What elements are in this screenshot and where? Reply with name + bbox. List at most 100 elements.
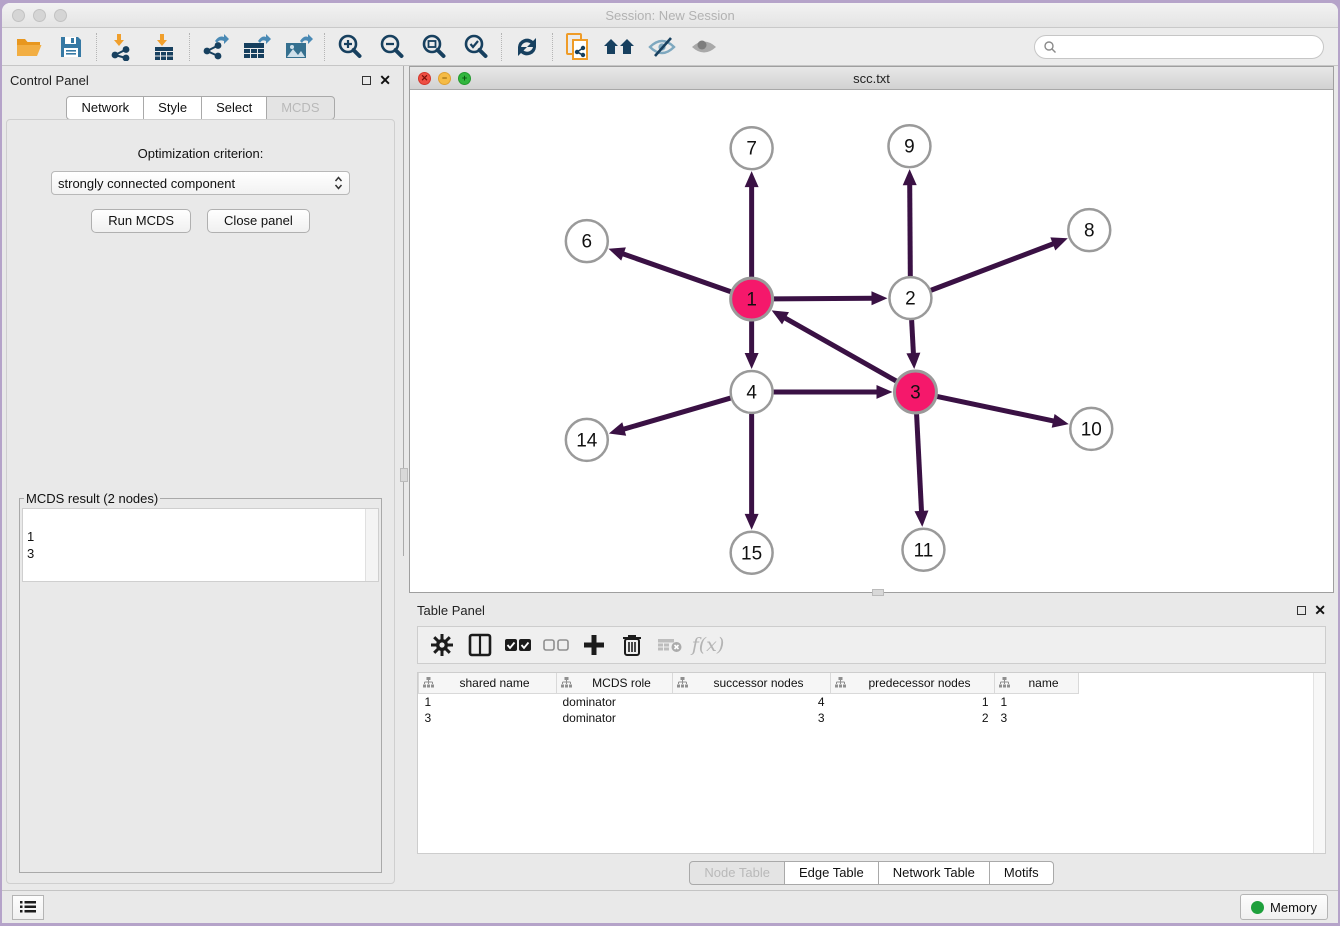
- table-cell[interactable]: dominator: [557, 710, 673, 726]
- table-cell[interactable]: 3: [995, 710, 1079, 726]
- table-row[interactable]: 3dominator323: [419, 710, 1079, 726]
- column-hierarchy-icon: [423, 677, 434, 688]
- network-canvas[interactable]: 7968124314101511: [410, 90, 1333, 592]
- table-cell[interactable]: 1: [831, 693, 995, 710]
- close-panel-icon[interactable]: ✕: [379, 76, 391, 85]
- import-table-button[interactable]: [143, 31, 185, 63]
- column-header-MCDS-role[interactable]: MCDS role: [557, 673, 673, 693]
- search-area: [1034, 35, 1324, 59]
- add-column-button[interactable]: [576, 630, 612, 660]
- table-cell[interactable]: 3: [419, 710, 557, 726]
- task-history-button[interactable]: [12, 895, 44, 920]
- function-builder-button[interactable]: f(x): [690, 630, 726, 660]
- list-icon: [20, 900, 36, 914]
- edge-arrowhead-icon: [745, 353, 759, 369]
- select-all-button[interactable]: [500, 630, 536, 660]
- tab-network-table[interactable]: Network Table: [879, 861, 990, 885]
- first-neighbors-button[interactable]: [599, 31, 641, 63]
- tab-network[interactable]: Network: [66, 96, 144, 120]
- graph-node-label: 4: [746, 382, 757, 403]
- tab-style[interactable]: Style: [144, 96, 202, 120]
- tab-select[interactable]: Select: [202, 96, 267, 120]
- table-tabs-row: Node Table Edge Table Network Table Moti…: [409, 854, 1334, 890]
- function-builder-icon: f(x): [692, 634, 725, 656]
- edge-4-14[interactable]: [622, 398, 730, 429]
- table-cell[interactable]: 2: [831, 710, 995, 726]
- network-view-titlebar[interactable]: scc.txt ✕ − +: [410, 67, 1333, 90]
- run-mcds-button[interactable]: Run MCDS: [91, 209, 191, 233]
- apply-layout-button[interactable]: [506, 31, 548, 63]
- save-session-button[interactable]: [50, 31, 92, 63]
- export-network-button[interactable]: [194, 31, 236, 63]
- tab-mcds[interactable]: MCDS: [267, 96, 334, 120]
- tab-node-table[interactable]: Node Table: [689, 861, 785, 885]
- export-image-button[interactable]: [278, 31, 320, 63]
- zoom-fit-button[interactable]: [413, 31, 455, 63]
- zoom-in-button[interactable]: [329, 31, 371, 63]
- zoom-selected-icon: [462, 33, 490, 61]
- table-cell[interactable]: 1: [419, 693, 557, 710]
- column-hierarchy-icon: [677, 677, 688, 688]
- column-header-name[interactable]: name: [995, 673, 1079, 693]
- graph-node-label: 7: [746, 139, 757, 160]
- close-panel-button[interactable]: Close panel: [207, 209, 310, 233]
- criterion-label: Optimization criterion:: [17, 146, 384, 161]
- toggle-panel-button[interactable]: [462, 630, 498, 660]
- table-cell[interactable]: 1: [995, 693, 1079, 710]
- edge-2-8[interactable]: [931, 243, 1055, 290]
- main-toolbar: [2, 28, 1338, 66]
- table-settings-button[interactable]: [424, 630, 460, 660]
- result-scrollbar[interactable]: [365, 509, 378, 581]
- export-table-button[interactable]: [236, 31, 278, 63]
- close-table-panel-icon[interactable]: ✕: [1314, 606, 1326, 615]
- edge-2-3[interactable]: [912, 320, 914, 355]
- clone-network-button[interactable]: [557, 31, 599, 63]
- edge-1-6[interactable]: [622, 253, 731, 291]
- delete-column-icon: [622, 633, 642, 657]
- tab-edge-table[interactable]: Edge Table: [785, 861, 879, 885]
- mcds-pane: Optimization criterion: strongly connect…: [6, 119, 395, 884]
- hide-selected-icon: [647, 35, 677, 59]
- float-table-panel-icon[interactable]: [1297, 606, 1306, 615]
- edge-1-2[interactable]: [774, 298, 874, 299]
- mcds-result-list[interactable]: 1 3: [22, 508, 379, 582]
- criterion-dropdown[interactable]: strongly connected component: [51, 171, 350, 195]
- column-header-predecessor-nodes[interactable]: predecessor nodes: [831, 673, 995, 693]
- graph-node-label: 2: [905, 289, 916, 310]
- import-network-button[interactable]: [101, 31, 143, 63]
- zoom-out-button[interactable]: [371, 31, 413, 63]
- search-input[interactable]: [1061, 40, 1315, 54]
- network-resize-grip[interactable]: [872, 589, 884, 596]
- graph-node-label: 9: [904, 137, 915, 158]
- network-graph[interactable]: 7968124314101511: [410, 90, 1333, 592]
- float-panel-icon[interactable]: [362, 76, 371, 85]
- split-divider[interactable]: [399, 66, 409, 890]
- edge-3-11[interactable]: [917, 414, 922, 513]
- column-header-shared-name[interactable]: shared name: [419, 673, 557, 693]
- select-all-icon: [505, 638, 531, 652]
- table-cell[interactable]: dominator: [557, 693, 673, 710]
- show-all-button[interactable]: [683, 31, 725, 63]
- column-header-successor-nodes[interactable]: successor nodes: [673, 673, 831, 693]
- memory-button[interactable]: Memory: [1240, 894, 1328, 920]
- edge-2-9[interactable]: [910, 183, 911, 276]
- delete-table-button[interactable]: [652, 630, 688, 660]
- deselect-all-button[interactable]: [538, 630, 574, 660]
- table-cell[interactable]: 4: [673, 693, 831, 710]
- table-row[interactable]: 1dominator411: [419, 693, 1079, 710]
- table-cell[interactable]: 3: [673, 710, 831, 726]
- control-panel-tabs: Network Style Select MCDS: [2, 96, 399, 120]
- tab-motifs[interactable]: Motifs: [990, 861, 1054, 885]
- zoom-selected-button[interactable]: [455, 31, 497, 63]
- divider-grip-icon[interactable]: [400, 468, 408, 482]
- open-session-button[interactable]: [8, 31, 50, 63]
- edge-arrowhead-icon: [1052, 414, 1069, 428]
- search-box[interactable]: [1034, 35, 1324, 59]
- mcds-result-values: 1 3: [27, 529, 34, 561]
- delete-column-button[interactable]: [614, 630, 650, 660]
- hide-selected-button[interactable]: [641, 31, 683, 63]
- table-scrollbar[interactable]: [1313, 673, 1325, 853]
- edge-arrowhead-icon: [914, 511, 928, 527]
- edge-3-10[interactable]: [937, 396, 1055, 421]
- edge-3-1[interactable]: [784, 317, 897, 381]
